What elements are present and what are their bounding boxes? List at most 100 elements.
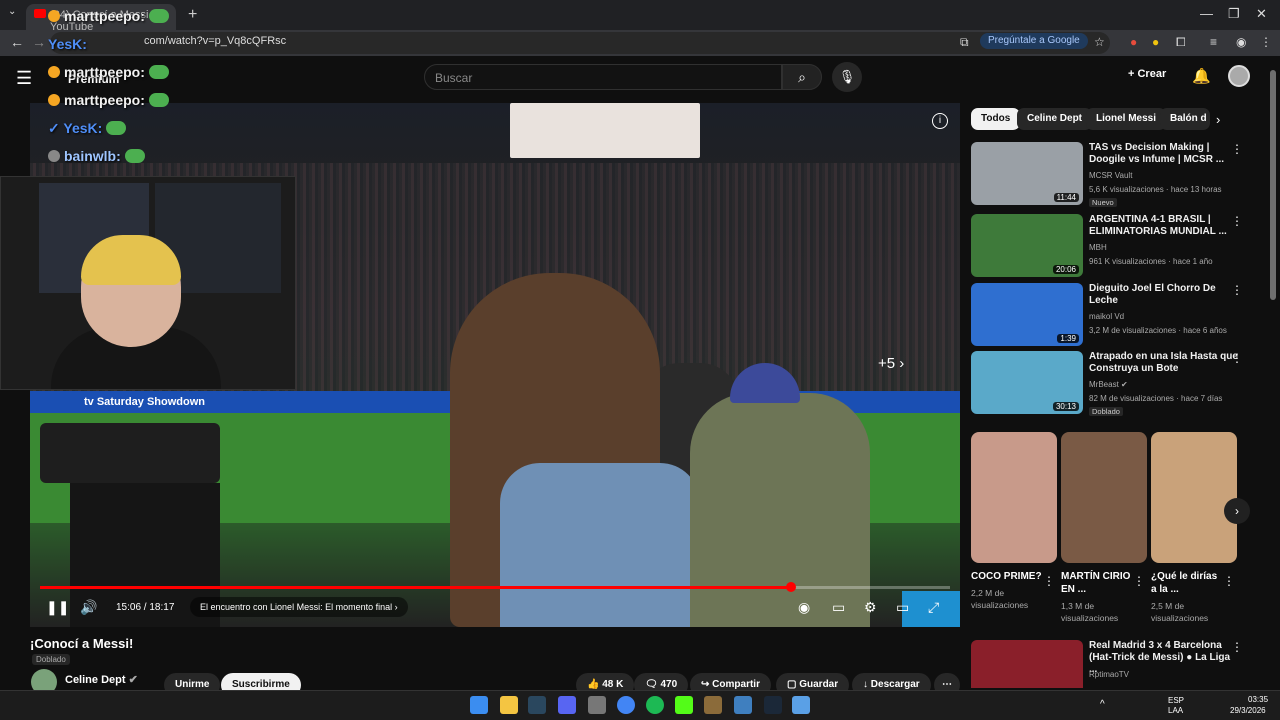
recommendation-channel[interactable]: MBH — [1089, 243, 1107, 252]
chip-balon[interactable]: Balón d — [1160, 108, 1210, 130]
ask-google-button[interactable]: Pregúntale a Google — [980, 33, 1088, 49]
volume-icon[interactable]: 🔊 — [80, 599, 97, 616]
profile-icon[interactable]: ◉ — [1236, 35, 1246, 49]
video-thumbnail[interactable]: 20:06 — [971, 214, 1083, 277]
progress-scrubber[interactable] — [785, 582, 796, 592]
recommendation-channel[interactable]: MCSR Vault — [1089, 171, 1132, 180]
steam-icon[interactable] — [528, 696, 546, 714]
theater-mode-icon[interactable]: ▭ — [896, 599, 909, 616]
chevron-right-icon[interactable]: › — [1216, 112, 1220, 127]
kick-icon[interactable] — [675, 696, 693, 714]
tab-search-icon[interactable]: ⌄ — [8, 6, 16, 17]
autoplay-toggle-icon[interactable]: ◉ — [798, 599, 810, 616]
hamburger-menu-icon[interactable]: ☰ — [16, 68, 32, 89]
pepe-emote-icon — [148, 93, 169, 107]
close-window-icon[interactable]: ✕ — [1256, 6, 1267, 22]
video-thumbnail[interactable]: 30:13 — [971, 351, 1083, 414]
discord-icon[interactable] — [558, 696, 576, 714]
settings-gear-icon[interactable]: ⚙ — [864, 599, 877, 616]
short-thumbnail[interactable] — [1151, 432, 1237, 563]
recommendation-channel[interactable]: RptimaoTV — [1089, 670, 1129, 679]
chrome-icon[interactable] — [617, 696, 635, 714]
extension-icon[interactable]: ● — [1130, 35, 1137, 49]
recommendation-item[interactable]: 1:39 Dieguito Joel El Chorro De Leche ma… — [971, 283, 1261, 347]
extension-icon[interactable]: ● — [1152, 35, 1159, 49]
recommendation-channel[interactable]: maikol Vd — [1089, 312, 1124, 321]
channel-name[interactable]: Celine Dept ✔ — [65, 673, 138, 686]
chip-todos[interactable]: Todos — [971, 108, 1021, 130]
recommendation-title[interactable]: ARGENTINA 4-1 BRASIL | ELIMINATORIAS MUN… — [1089, 214, 1239, 238]
clock-date[interactable]: 29/3/2026 — [1230, 706, 1266, 715]
recommendation-item[interactable]: 30:13 Atrapado en una Isla Hasta que Con… — [971, 351, 1261, 416]
more-options-icon[interactable]: ⋮ — [1133, 574, 1145, 588]
short-item[interactable]: ¿Qué le dirías a la ... 2,5 M de visualiz… — [1151, 432, 1237, 624]
more-options-icon[interactable]: ⋮ — [1231, 214, 1243, 228]
cast-icon[interactable]: ⧉ — [960, 35, 969, 50]
clock-time[interactable]: 03:35 — [1248, 695, 1268, 704]
windows-start-icon[interactable] — [470, 696, 488, 714]
back-icon[interactable]: ← — [10, 34, 24, 50]
tab-groups-icon[interactable]: ≡ — [1210, 35, 1217, 49]
chip-celine-dept[interactable]: Celine Dept — [1017, 108, 1093, 130]
file-explorer-icon[interactable] — [500, 696, 518, 714]
recommendation-title[interactable]: Dieguito Joel El Chorro De Leche — [1089, 283, 1239, 307]
short-title[interactable]: ¿Qué le dirías a la ... — [1151, 570, 1225, 596]
recommendation-item[interactable]: 11:44 TAS vs Decision Making | Doogile v… — [971, 142, 1261, 207]
app-icon[interactable] — [792, 696, 810, 714]
recommendation-channel[interactable]: MrBeast ✔ — [1089, 380, 1128, 389]
progress-bar[interactable] — [40, 582, 950, 592]
short-views-count: 2,2 M de — [971, 588, 1005, 598]
account-avatar[interactable] — [1228, 65, 1250, 87]
forward-icon[interactable]: → — [32, 34, 46, 50]
shorts-next-button[interactable]: › — [1224, 498, 1250, 524]
search-button[interactable]: ⌕ — [782, 64, 822, 90]
minimize-icon[interactable]: — — [1200, 6, 1213, 21]
chat-badge-icon — [48, 66, 60, 78]
more-cards-button[interactable]: +5 › — [878, 355, 904, 372]
more-options-icon[interactable]: ⋮ — [1231, 283, 1243, 297]
recommendation-item[interactable]: 20:06 ARGENTINA 4-1 BRASIL | ELIMINATORI… — [971, 214, 1261, 278]
video-thumbnail[interactable]: 1:39 — [971, 283, 1083, 346]
create-button[interactable]: + Crear — [1128, 68, 1166, 80]
steam-icon[interactable] — [764, 696, 782, 714]
restore-icon[interactable]: ❐ — [1228, 6, 1240, 22]
search-input[interactable]: Buscar — [424, 64, 782, 90]
short-title[interactable]: COCO PRIME? — [971, 570, 1045, 583]
chip-lionel-messi[interactable]: Lionel Messi — [1086, 108, 1167, 130]
subtitles-icon[interactable]: ▭ — [832, 599, 845, 616]
puzzle-icon[interactable]: ⧠ — [1176, 35, 1186, 50]
fullscreen-icon[interactable]: ⤢ — [928, 599, 939, 616]
new-tab-button[interactable]: + — [188, 6, 197, 24]
tray-chevron-icon[interactable]: ^ — [1100, 699, 1105, 710]
short-item[interactable]: MARTÍN CIRIO EN ... 1,3 M de visualizacio… — [1061, 432, 1147, 624]
obs-icon[interactable] — [588, 696, 606, 714]
short-title[interactable]: MARTÍN CIRIO EN ... — [1061, 570, 1135, 596]
more-options-icon[interactable]: ⋮ — [1231, 640, 1243, 654]
kebab-menu-icon[interactable]: ⋮ — [1260, 35, 1272, 49]
more-options-icon[interactable]: ⋮ — [1043, 574, 1055, 588]
app-icon[interactable] — [734, 696, 752, 714]
short-thumbnail[interactable] — [1061, 432, 1147, 563]
video-thumbnail[interactable]: 11:44 — [971, 142, 1083, 205]
short-item[interactable]: COCO PRIME? 2,2 M de visualizaciones ⋮ — [971, 432, 1057, 611]
bookmark-star-icon[interactable]: ☆ — [1094, 35, 1105, 49]
recommendation-title[interactable]: Atrapado en una Isla Hasta que Construya… — [1089, 351, 1239, 375]
keyboard-language[interactable]: ESP — [1168, 696, 1184, 705]
more-options-icon[interactable]: ⋮ — [1231, 351, 1243, 365]
recommendation-title[interactable]: TAS vs Decision Making | Doogile vs Infu… — [1089, 142, 1239, 166]
chapter-button[interactable]: El encuentro con Lionel Messi: El moment… — [190, 597, 408, 617]
page-scrollbar[interactable] — [1270, 70, 1276, 300]
recommendation-item[interactable]: Real Madrid 3 x 4 Barcelona (Hat-Trick d… — [971, 640, 1261, 688]
video-thumbnail[interactable] — [971, 640, 1083, 688]
url-text[interactable]: com/watch?v=p_Vq8cQFRsc — [144, 35, 286, 47]
minecraft-icon[interactable] — [704, 696, 722, 714]
spotify-icon[interactable] — [646, 696, 664, 714]
info-icon[interactable]: i — [932, 113, 948, 129]
pause-icon[interactable]: ❚❚ — [46, 599, 69, 616]
voice-search-button[interactable]: 🎙 — [832, 62, 862, 92]
more-options-icon[interactable]: ⋮ — [1223, 574, 1235, 588]
notifications-bell-icon[interactable]: 🔔 — [1192, 67, 1211, 85]
short-thumbnail[interactable] — [971, 432, 1057, 563]
more-options-icon[interactable]: ⋮ — [1231, 142, 1243, 156]
keyboard-layout[interactable]: LAA — [1168, 706, 1183, 715]
